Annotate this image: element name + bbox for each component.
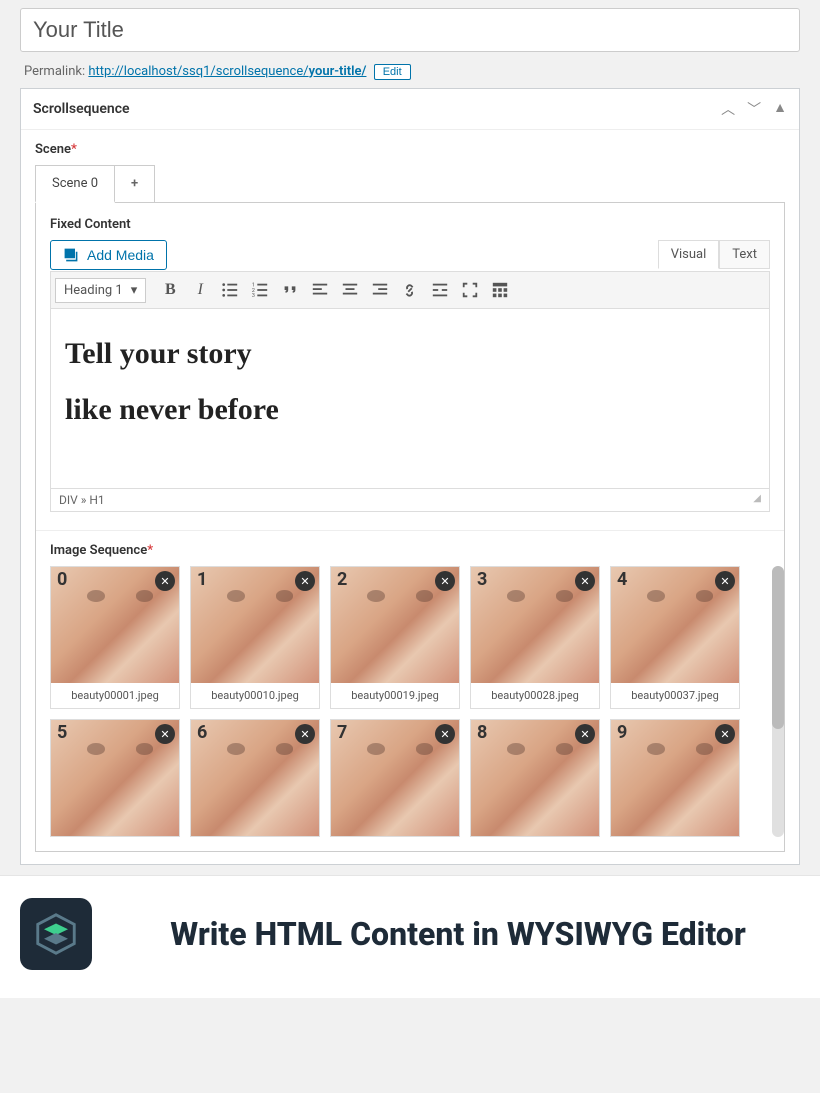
read-more-button[interactable] bbox=[426, 276, 454, 304]
image-index: 3 bbox=[477, 569, 487, 590]
image-index: 5 bbox=[57, 722, 67, 743]
image-index: 1 bbox=[197, 569, 207, 590]
image-sequence-item[interactable]: 9✕ bbox=[610, 719, 740, 837]
editor-heading-1: Tell your story bbox=[65, 337, 755, 371]
collapse-icon[interactable]: ▲ bbox=[773, 99, 787, 119]
blockquote-button[interactable] bbox=[276, 276, 304, 304]
dropdown-icon: ▾ bbox=[131, 283, 138, 298]
post-title-input[interactable] bbox=[20, 8, 800, 52]
scrollsequence-logo-icon bbox=[20, 898, 92, 970]
align-center-button[interactable] bbox=[336, 276, 364, 304]
image-sequence-item[interactable]: 2 ✕ beauty00019.jpeg bbox=[330, 566, 460, 709]
permalink-row: Permalink: http://localhost/ssq1/scrolls… bbox=[24, 64, 800, 80]
tab-scene-0[interactable]: Scene 0 bbox=[35, 165, 115, 203]
image-index: 0 bbox=[57, 569, 67, 590]
image-sequence-label: Image Sequence* bbox=[50, 543, 770, 558]
remove-image-button[interactable]: ✕ bbox=[295, 571, 315, 591]
align-left-button[interactable] bbox=[306, 276, 334, 304]
image-index: 8 bbox=[477, 722, 487, 743]
image-index: 7 bbox=[337, 722, 347, 743]
remove-image-button[interactable]: ✕ bbox=[155, 724, 175, 744]
remove-image-button[interactable]: ✕ bbox=[435, 724, 455, 744]
permalink-label: Permalink: bbox=[24, 64, 85, 79]
remove-image-button[interactable]: ✕ bbox=[575, 724, 595, 744]
editor-tab-text[interactable]: Text bbox=[719, 240, 770, 269]
image-caption: beauty00001.jpeg bbox=[51, 683, 179, 708]
image-sequence-item[interactable]: 6✕ bbox=[190, 719, 320, 837]
remove-image-button[interactable]: ✕ bbox=[295, 724, 315, 744]
add-media-button[interactable]: Add Media bbox=[50, 240, 167, 270]
bullet-list-button[interactable] bbox=[216, 276, 244, 304]
fixed-content-label: Fixed Content bbox=[50, 217, 770, 232]
numbered-list-button[interactable]: 123 bbox=[246, 276, 274, 304]
image-caption: beauty00010.jpeg bbox=[191, 683, 319, 708]
image-sequence-item[interactable]: 1 ✕ beauty00010.jpeg bbox=[190, 566, 320, 709]
image-sequence-item[interactable]: 8✕ bbox=[470, 719, 600, 837]
scene-label: Scene* bbox=[35, 142, 785, 157]
align-right-button[interactable] bbox=[366, 276, 394, 304]
move-down-icon[interactable]: ﹀ bbox=[747, 99, 761, 119]
bold-button[interactable]: B bbox=[156, 276, 184, 304]
format-select[interactable]: Heading 1 ▾ bbox=[55, 278, 146, 303]
toolbar-toggle-button[interactable] bbox=[486, 276, 514, 304]
image-sequence-item[interactable]: 7✕ bbox=[330, 719, 460, 837]
footer-banner: Write HTML Content in WYSIWYG Editor bbox=[0, 875, 820, 998]
media-icon bbox=[63, 247, 79, 263]
image-sequence-item[interactable]: 5✕ bbox=[50, 719, 180, 837]
link-button[interactable] bbox=[396, 276, 424, 304]
permalink-link[interactable]: http://localhost/ssq1/scrollsequence/you… bbox=[88, 64, 366, 79]
remove-image-button[interactable]: ✕ bbox=[155, 571, 175, 591]
add-scene-button[interactable]: + bbox=[115, 165, 155, 203]
move-up-icon[interactable]: ︿ bbox=[721, 99, 735, 119]
image-index: 2 bbox=[337, 569, 347, 590]
italic-button[interactable]: I bbox=[186, 276, 214, 304]
remove-image-button[interactable]: ✕ bbox=[715, 571, 735, 591]
editor-canvas[interactable]: Tell your story like never before bbox=[50, 309, 770, 489]
image-sequence-grid: 0 ✕ beauty00001.jpeg 1 ✕ beauty00010.jpeg 2 ✕ be… bbox=[50, 566, 770, 837]
permalink-edit-button[interactable]: Edit bbox=[374, 64, 411, 80]
image-caption: beauty00019.jpeg bbox=[331, 683, 459, 708]
image-index: 6 bbox=[197, 722, 207, 743]
editor-tab-visual[interactable]: Visual bbox=[658, 240, 720, 269]
fullscreen-button[interactable] bbox=[456, 276, 484, 304]
remove-image-button[interactable]: ✕ bbox=[435, 571, 455, 591]
image-index: 4 bbox=[617, 569, 627, 590]
image-index: 9 bbox=[617, 722, 627, 743]
image-caption: beauty00037.jpeg bbox=[611, 683, 739, 708]
svg-text:3: 3 bbox=[252, 293, 255, 299]
remove-image-button[interactable]: ✕ bbox=[715, 724, 735, 744]
scrollsequence-metabox: Scrollsequence ︿ ﹀ ▲ Scene* Scene 0 + Fi… bbox=[20, 88, 800, 865]
image-caption: beauty00028.jpeg bbox=[471, 683, 599, 708]
editor-breadcrumb: DIV » H1 bbox=[59, 493, 105, 507]
editor-toolbar: Heading 1 ▾ B I 123 bbox=[50, 271, 770, 309]
remove-image-button[interactable]: ✕ bbox=[575, 571, 595, 591]
image-sequence-item[interactable]: 0 ✕ beauty00001.jpeg bbox=[50, 566, 180, 709]
editor-heading-2: like never before bbox=[65, 393, 755, 427]
grid-scrollbar[interactable] bbox=[772, 566, 784, 837]
footer-title: Write HTML Content in WYSIWYG Editor bbox=[116, 916, 800, 953]
metabox-title: Scrollsequence bbox=[33, 101, 130, 117]
image-sequence-item[interactable]: 4 ✕ beauty00037.jpeg bbox=[610, 566, 740, 709]
resize-grip-icon[interactable]: ◢ bbox=[753, 493, 761, 507]
image-sequence-item[interactable]: 3 ✕ beauty00028.jpeg bbox=[470, 566, 600, 709]
